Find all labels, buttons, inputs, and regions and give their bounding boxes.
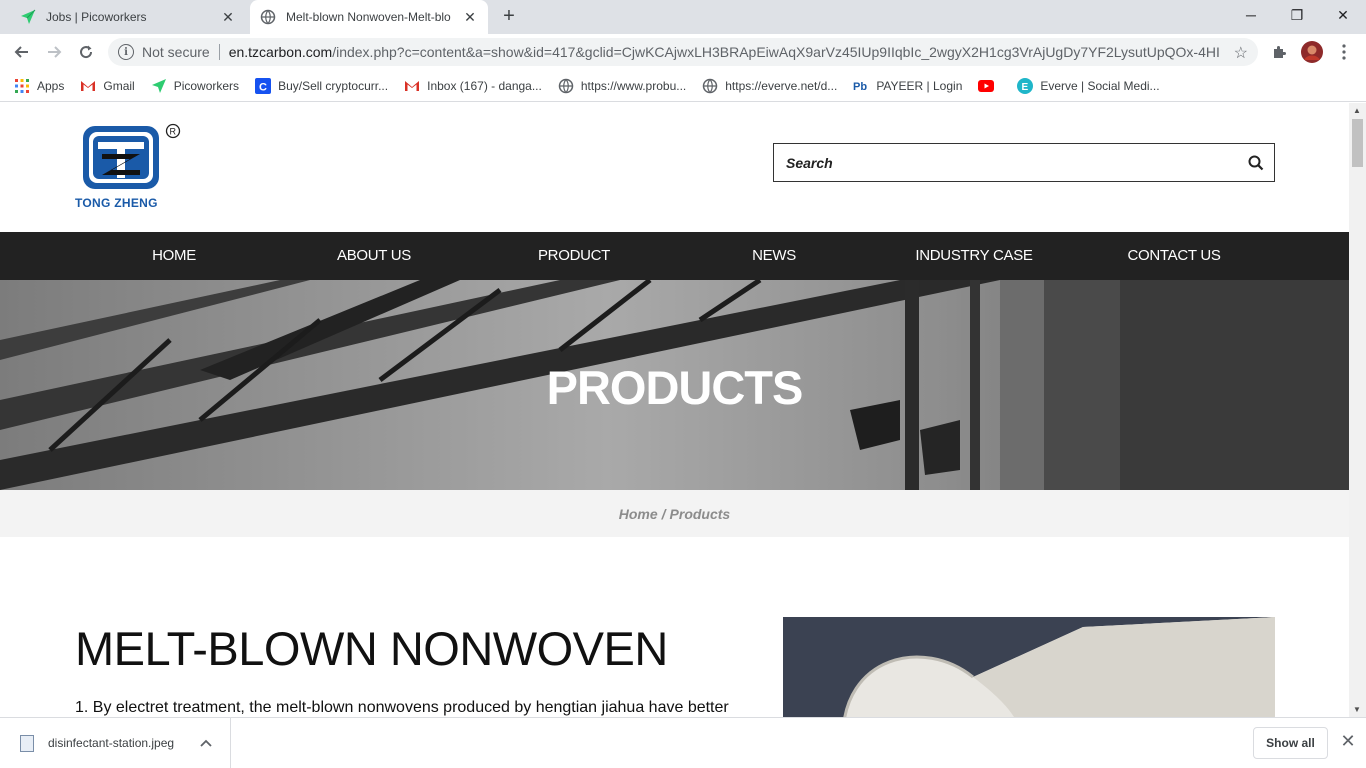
tab-melt-blown[interactable]: Melt-blown Nonwoven-Melt-blo ✕ — [250, 0, 488, 34]
nav-product[interactable]: PRODUCT — [538, 232, 610, 280]
svg-text:Pb: Pb — [853, 81, 867, 93]
close-icon[interactable]: ✕ — [1338, 731, 1358, 755]
bookmark-payeer[interactable]: Pb PAYEER | Login — [853, 78, 962, 94]
page-scrollbar[interactable]: ▲ ▼ — [1349, 103, 1366, 717]
info-icon[interactable]: i — [118, 44, 134, 60]
product-description: 1. By electret treatment, the melt-blown… — [75, 699, 729, 716]
url-host: en.tzcarbon.com — [228, 44, 333, 60]
main-navigation: HOME ABOUT US PRODUCT NEWS INDUSTRY CASE… — [0, 232, 1349, 280]
url-text[interactable]: en.tzcarbon.com/index.php?c=content&a=sh… — [229, 44, 1219, 60]
download-bar: disinfectant-station.jpeg Show all ✕ — [0, 717, 1366, 768]
bookmark-youtube[interactable] — [978, 78, 1001, 94]
nav-contact-us[interactable]: CONTACT US — [1127, 232, 1220, 280]
image-file-icon — [20, 734, 34, 752]
download-item[interactable]: disinfectant-station.jpeg — [0, 718, 231, 768]
search-input[interactable] — [774, 144, 1238, 181]
gmail-icon — [404, 78, 420, 94]
close-icon[interactable]: ✕ — [218, 7, 238, 27]
products-banner: PRODUCTS — [0, 280, 1349, 490]
bookmarks-bar: Apps Gmail Picoworkers C Buy/Sell crypto… — [0, 70, 1366, 102]
bookmark-apps[interactable]: Apps — [14, 78, 64, 94]
svg-text:E: E — [1022, 82, 1029, 93]
svg-text:R: R — [170, 127, 177, 137]
nav-home[interactable]: HOME — [152, 232, 196, 280]
gmail-icon — [80, 78, 96, 94]
svg-text:C: C — [259, 81, 267, 93]
globe-icon — [702, 78, 718, 94]
scroll-up-arrow-icon[interactable]: ▲ — [1353, 106, 1361, 115]
bookmark-label: PAYEER | Login — [876, 78, 963, 93]
bookmark-label: https://www.probu... — [580, 78, 687, 93]
window-close-button[interactable]: ✕ — [1320, 0, 1366, 30]
security-label: Not secure — [142, 44, 210, 60]
scrollbar-thumb[interactable] — [1352, 119, 1363, 167]
minimize-button[interactable]: ─ — [1228, 0, 1274, 30]
paper-plane-icon — [151, 78, 167, 94]
profile-avatar[interactable] — [1300, 40, 1324, 64]
nav-about-us[interactable]: ABOUT US — [337, 232, 411, 280]
bookmark-picoworkers[interactable]: Picoworkers — [151, 78, 239, 94]
nav-news[interactable]: NEWS — [752, 232, 796, 280]
breadcrumb-separator: / — [661, 505, 666, 522]
divider — [218, 44, 220, 60]
search-icon[interactable] — [1238, 144, 1274, 181]
breadcrumb-current[interactable]: Products — [670, 506, 731, 522]
paper-plane-icon — [20, 9, 36, 25]
bookmark-inbox[interactable]: Inbox (167) - danga... — [404, 78, 542, 94]
restore-button[interactable]: ❐ — [1274, 0, 1320, 30]
product-title: MELT-BLOWN NONWOVEN — [75, 622, 668, 675]
banner-title: PRODUCTS — [546, 361, 804, 414]
address-bar[interactable]: i Not secure en.tzcarbon.com/index.php?c… — [108, 38, 1258, 66]
product-image — [783, 617, 1275, 717]
reload-icon[interactable] — [72, 38, 100, 66]
url-path: /index.php?c=content&a=show&id=417&gclid… — [332, 44, 1219, 60]
tab-title: Melt-blown Nonwoven-Melt-blo — [286, 10, 451, 24]
scroll-down-arrow-icon[interactable]: ▼ — [1353, 705, 1361, 714]
forward-arrow-icon[interactable] — [40, 38, 68, 66]
menu-kebab-icon[interactable] — [1332, 40, 1356, 64]
bookmark-label: Everve | Social Medi... — [1040, 78, 1160, 93]
page-viewport: R TONG ZHENG HOME ABOUT US PRODUCT NEWS … — [0, 103, 1349, 717]
bookmark-crypto[interactable]: C Buy/Sell cryptocurr... — [255, 77, 389, 94]
logo-text: TONG ZHENG — [75, 196, 158, 210]
c-logo-icon: C — [255, 77, 272, 94]
bookmark-everve[interactable]: E Everve | Social Medi... — [1017, 77, 1160, 94]
back-arrow-icon[interactable] — [8, 38, 36, 66]
new-tab-button[interactable]: + — [498, 6, 520, 28]
tab-strip: Jobs | Picoworkers ✕ Melt-blown Nonwoven… — [0, 0, 1366, 34]
bookmark-star-icon[interactable]: ☆ — [1234, 43, 1248, 63]
globe-icon — [558, 78, 574, 94]
show-all-button[interactable]: Show all — [1253, 727, 1328, 759]
globe-icon — [260, 9, 276, 25]
bookmark-everve-net[interactable]: https://everve.net/d... — [702, 78, 837, 94]
youtube-icon — [978, 78, 995, 94]
tab-title: Jobs | Picoworkers — [46, 10, 147, 24]
bookmark-label: Apps — [37, 78, 65, 93]
bookmark-label: Inbox (167) - danga... — [427, 78, 542, 93]
chevron-up-icon[interactable] — [200, 736, 212, 750]
site-search-box — [773, 143, 1275, 182]
breadcrumb-home[interactable]: Home — [619, 506, 658, 522]
everve-icon: E — [1017, 77, 1034, 94]
tab-picoworkers[interactable]: Jobs | Picoworkers ✕ — [8, 0, 246, 34]
apps-grid-icon — [14, 78, 30, 94]
close-icon[interactable]: ✕ — [460, 7, 480, 27]
nav-industry-case[interactable]: INDUSTRY CASE — [915, 232, 1033, 280]
bookmark-gmail[interactable]: Gmail — [80, 78, 135, 94]
payeer-icon: Pb — [853, 78, 869, 94]
bookmark-label: Gmail — [103, 78, 135, 93]
extensions-puzzle-icon[interactable] — [1267, 40, 1291, 64]
download-file-name: disinfectant-station.jpeg — [48, 736, 175, 750]
bookmark-label: https://everve.net/d... — [725, 78, 838, 93]
bookmark-probu[interactable]: https://www.probu... — [558, 78, 686, 94]
bookmark-label: Picoworkers — [173, 78, 240, 93]
bookmark-label: Buy/Sell cryptocurr... — [278, 78, 389, 93]
breadcrumb: Home / Products — [0, 490, 1349, 537]
